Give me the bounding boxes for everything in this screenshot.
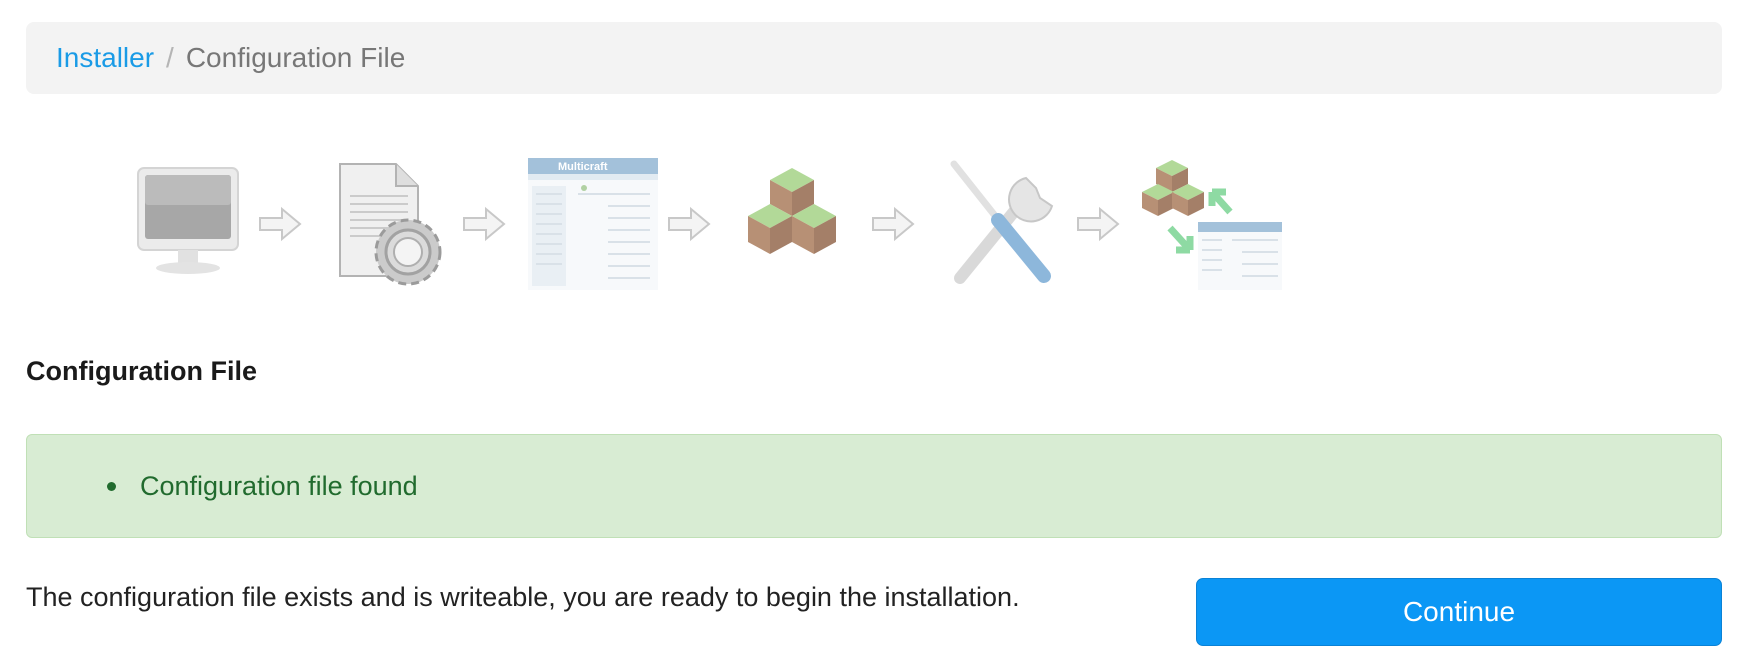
minecraft-blocks-icon	[748, 168, 836, 254]
breadcrumb-separator: /	[166, 42, 174, 73]
alert-item: Configuration file found	[107, 471, 418, 502]
section-title: Configuration File	[26, 356, 257, 386]
arrow-right-icon	[1077, 206, 1120, 242]
continue-button[interactable]: Continue	[1196, 578, 1722, 646]
panel-caption: Multicraft	[558, 161, 608, 173]
arrow-right-icon	[259, 206, 302, 242]
breadcrumb-current: Configuration File	[185, 42, 406, 73]
blocks-panel-icon	[1142, 160, 1282, 290]
control-panel-screenshot-icon: Multicraft	[528, 158, 658, 290]
success-alert: Configuration file found	[26, 434, 1722, 538]
status-message: The configuration file exists and is wri…	[26, 582, 1020, 612]
bullet-icon	[107, 481, 116, 491]
config-file-icon	[339, 163, 442, 286]
arrow-right-icon	[668, 206, 711, 242]
arrow-right-icon	[872, 206, 915, 242]
monitor-icon	[137, 167, 239, 274]
install-steps: Multicraft	[130, 158, 1420, 290]
tools-icon	[950, 160, 1054, 284]
alert-item-text: Configuration file found	[140, 470, 418, 501]
breadcrumb: Installer / Configuration File	[26, 22, 1722, 94]
breadcrumb-installer-link[interactable]: Installer	[56, 42, 154, 74]
arrow-right-icon	[463, 206, 506, 242]
